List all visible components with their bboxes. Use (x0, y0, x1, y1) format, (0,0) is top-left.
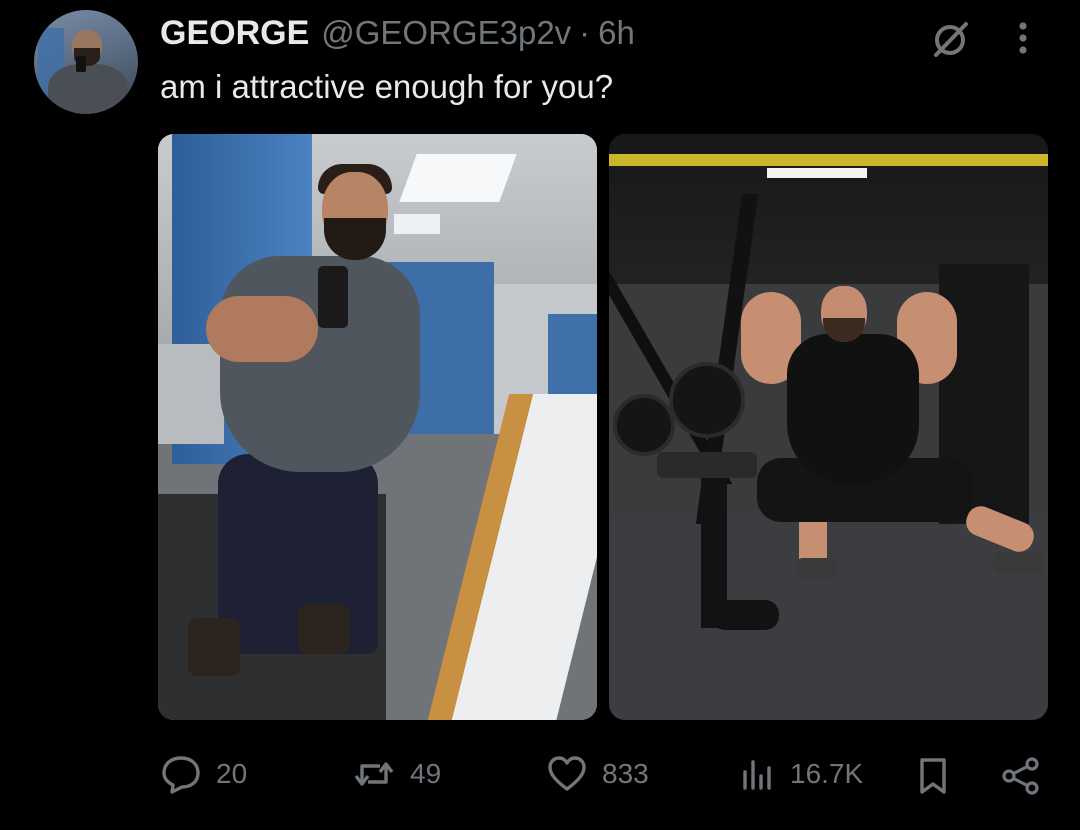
bookmark-icon (914, 756, 952, 796)
views-button[interactable]: 16.7K (740, 754, 863, 794)
separator-dot: · (579, 14, 591, 51)
like-count: 833 (602, 758, 649, 789)
photo-floor (609, 514, 1048, 720)
avatar[interactable] (34, 10, 138, 114)
media-photo-2[interactable] (609, 134, 1048, 720)
tweet-header: GEORGE @GEORGE3p2v · 6h (160, 14, 635, 54)
repost-count: 49 (410, 758, 442, 789)
bar-chart-icon (740, 754, 776, 794)
display-name[interactable]: GEORGE (160, 14, 309, 53)
more-options-icon[interactable] (1008, 16, 1038, 60)
person-arm (206, 296, 318, 362)
share-button[interactable] (1000, 756, 1042, 796)
ceiling-light (399, 154, 517, 202)
heart-icon (546, 754, 588, 794)
person-torso (787, 334, 919, 484)
weight-plate (613, 394, 675, 456)
timestamp[interactable]: 6h (598, 14, 635, 52)
tweet-media (158, 134, 1048, 720)
weight-plate (669, 362, 745, 438)
person-shoe (795, 558, 839, 578)
avatar-body (48, 64, 128, 114)
sink (158, 344, 224, 444)
like-button[interactable]: 833 (546, 754, 649, 794)
user-handle[interactable]: @GEORGE3p2v (321, 14, 571, 52)
ceiling-beam (609, 154, 1048, 166)
repost-arrows-icon (352, 754, 396, 794)
person-boot (188, 618, 240, 676)
speech-bubble-icon (160, 754, 202, 794)
grok-icon[interactable] (928, 16, 972, 60)
tweet-text: am i attractive enough for you? (160, 68, 614, 105)
ceiling-light (767, 168, 867, 178)
action-bar: 20 49 833 16.7K (160, 754, 1044, 796)
person-shoe (993, 552, 1045, 574)
bookmark-button[interactable] (914, 756, 952, 796)
phone (318, 266, 348, 328)
avatar-phone (76, 56, 86, 72)
share-icon (1000, 756, 1042, 796)
media-photo-1[interactable] (158, 134, 597, 720)
repost-button[interactable]: 49 (352, 754, 441, 794)
reply-button[interactable]: 20 (160, 754, 247, 794)
bench (657, 452, 757, 478)
bench-foot (711, 600, 779, 630)
views-count: 16.7K (790, 758, 864, 789)
reply-count: 20 (216, 758, 248, 789)
ceiling-light (394, 214, 440, 234)
person-boot (298, 604, 350, 654)
